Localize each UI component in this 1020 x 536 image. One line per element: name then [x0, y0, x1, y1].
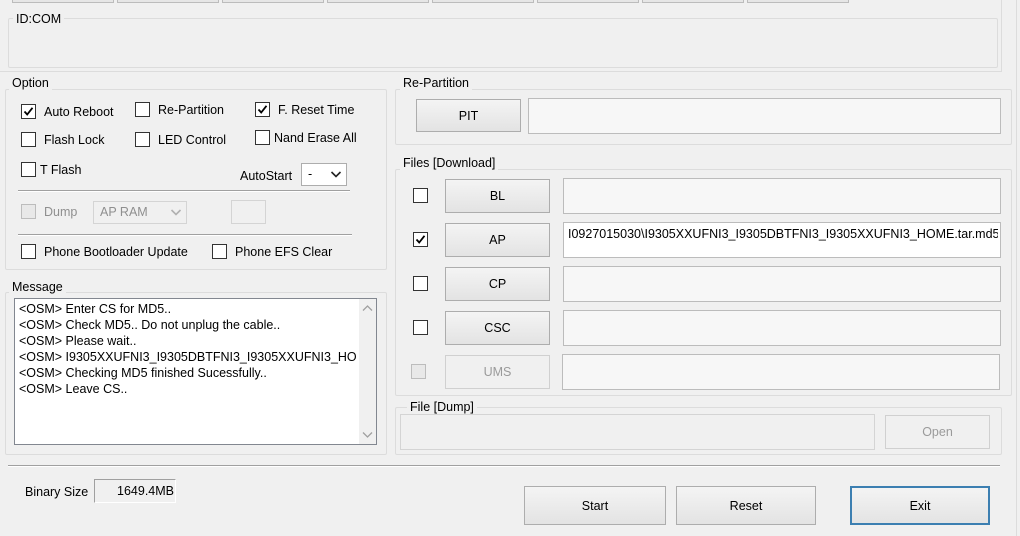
message-line: <OSM> Enter CS for MD5..	[19, 302, 172, 316]
csc-path-field[interactable]	[563, 310, 1001, 346]
message-log[interactable]: <OSM> Enter CS for MD5.. <OSM> Check MD5…	[14, 298, 377, 445]
id-com-label: ID:COM	[13, 12, 65, 26]
message-line: <OSM> Checking MD5 finished Sucessfully.…	[19, 366, 267, 380]
binary-size-value: 1649.4MB	[117, 484, 174, 498]
message-line: <OSM> Leave CS..	[19, 382, 128, 396]
f-reset-time-checkbox[interactable]	[255, 102, 270, 117]
led-control-label: LED Control	[158, 133, 227, 147]
auto-reboot-label: Auto Reboot	[44, 105, 114, 119]
bl-checkbox[interactable]	[413, 188, 428, 203]
message-line: <OSM> Check MD5.. Do not unplug the cabl…	[19, 318, 281, 332]
phone-bootloader-update-label: Phone Bootloader Update	[44, 245, 188, 259]
csc-button[interactable]: CSC	[445, 311, 550, 345]
cp-button[interactable]: CP	[445, 267, 550, 301]
t-flash-checkbox[interactable]	[21, 162, 36, 177]
chevron-down-icon	[170, 209, 182, 216]
repartition-title: Re-Partition	[400, 76, 472, 90]
f-reset-time-label: F. Reset Time	[278, 103, 355, 117]
message-log-scrollbar[interactable]	[359, 299, 376, 444]
file-dump-title: File [Dump]	[407, 400, 477, 414]
id-com-group	[8, 18, 998, 68]
csc-checkbox[interactable]	[413, 320, 428, 335]
exit-button[interactable]: Exit	[850, 486, 990, 525]
open-button[interactable]: Open	[885, 415, 990, 449]
message-line: <OSM> I9305XXUFNI3_I9305DBTFNI3_I9305XXU…	[19, 350, 356, 364]
scroll-up-icon[interactable]	[362, 304, 373, 312]
phone-efs-clear-label: Phone EFS Clear	[235, 245, 333, 259]
auto-reboot-checkbox[interactable]	[21, 104, 36, 119]
bottom-separator	[8, 465, 1000, 467]
nand-erase-all-label: Nand Erase All	[274, 131, 357, 145]
checkmark-icon	[23, 107, 34, 116]
dump-blank-box	[231, 200, 266, 224]
checkmark-icon	[415, 235, 426, 244]
ap-button[interactable]: AP	[445, 223, 550, 257]
pit-button[interactable]: PIT	[416, 99, 521, 132]
phone-bootloader-update-checkbox[interactable]	[21, 244, 36, 259]
checkmark-icon	[257, 105, 268, 114]
ap-path-field[interactable]: I0927015030\I9305XXUFNI3_I9305DBTFNI3_I9…	[563, 222, 1001, 258]
message-line: <OSM> Please wait..	[19, 334, 137, 348]
bl-button[interactable]: BL	[445, 179, 550, 213]
scroll-down-icon[interactable]	[362, 431, 373, 439]
ums-checkbox[interactable]	[411, 364, 426, 379]
t-flash-label: T Flash	[40, 163, 82, 177]
phone-efs-clear-checkbox[interactable]	[212, 244, 227, 259]
cp-checkbox[interactable]	[413, 276, 428, 291]
cp-path-field[interactable]	[563, 266, 1001, 302]
re-partition-checkbox[interactable]	[135, 102, 150, 117]
flash-lock-label: Flash Lock	[44, 133, 105, 147]
message-title: Message	[9, 280, 66, 294]
re-partition-label: Re-Partition	[158, 103, 224, 117]
option-title: Option	[9, 76, 52, 90]
led-control-checkbox[interactable]	[135, 132, 150, 147]
flash-lock-checkbox[interactable]	[21, 132, 36, 147]
binary-size-label: Binary Size	[25, 485, 89, 499]
dump-label: Dump	[44, 205, 78, 219]
option-separator-2	[18, 234, 352, 236]
files-title: Files [Download]	[400, 156, 499, 170]
chevron-down-icon	[330, 171, 342, 178]
ums-button[interactable]: UMS	[445, 355, 550, 389]
start-button[interactable]: Start	[524, 486, 666, 525]
file-dump-path-field[interactable]	[400, 414, 875, 450]
reset-button[interactable]: Reset	[676, 486, 816, 525]
bl-path-field[interactable]	[563, 178, 1001, 214]
dump-checkbox[interactable]	[21, 204, 36, 219]
dump-select[interactable]: AP RAM	[93, 201, 187, 224]
nand-erase-all-checkbox[interactable]	[255, 130, 270, 145]
right-frame-line	[1016, 0, 1017, 536]
binary-size-box: 1649.4MB	[94, 479, 176, 503]
message-log-text: <OSM> Enter CS for MD5.. <OSM> Check MD5…	[15, 301, 356, 441]
pit-path-field[interactable]	[528, 98, 1001, 134]
ap-checkbox[interactable]	[413, 232, 428, 247]
autostart-label: AutoStart	[240, 169, 293, 183]
ap-path-text: I0927015030\I9305XXUFNI3_I9305DBTFNI3_I9…	[568, 227, 998, 241]
ums-path-field[interactable]	[562, 354, 1000, 390]
autostart-select[interactable]: -	[301, 163, 347, 186]
autostart-value: -	[308, 167, 313, 181]
dump-select-value: AP RAM	[100, 205, 148, 219]
option-separator-1	[18, 190, 350, 192]
